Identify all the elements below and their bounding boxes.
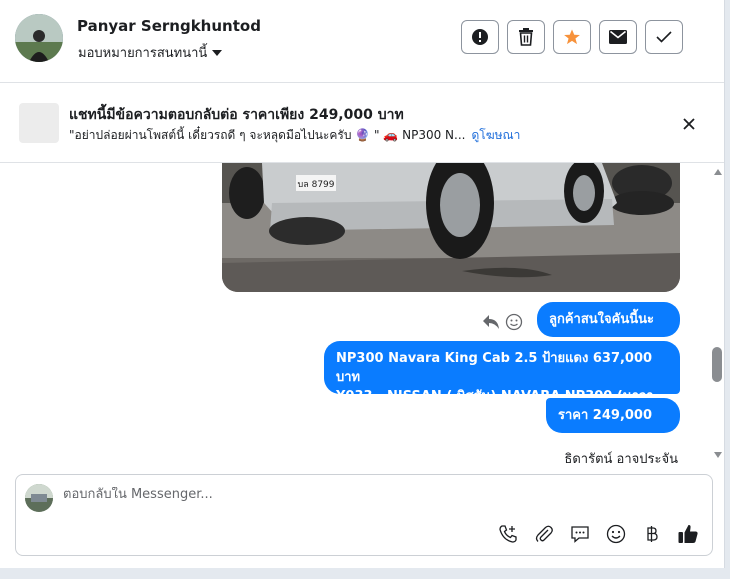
call-icon <box>499 525 517 543</box>
mark-done-button[interactable] <box>645 20 683 54</box>
emoji-button[interactable] <box>604 522 628 546</box>
ad-title: แชทนี้มีข้อความตอบกลับต่อ ราคาเพียง 249,… <box>69 107 404 123</box>
page-avatar <box>25 484 53 512</box>
call-button[interactable] <box>496 522 520 546</box>
delete-button[interactable] <box>507 20 545 54</box>
payment-icon <box>647 526 658 542</box>
reply-composer <box>15 474 713 556</box>
scroll-down-icon[interactable] <box>714 452 722 458</box>
like-icon <box>678 524 698 543</box>
attach-button[interactable] <box>532 522 556 546</box>
assign-label: มอบหมายการสนทนานี้ <box>78 46 208 61</box>
caret-down-icon <box>212 49 223 56</box>
mail-icon <box>609 30 627 44</box>
scroll-up-icon[interactable] <box>714 169 722 175</box>
message-bubble[interactable]: ลูกค้าสนใจคันนี้นะคะ <box>537 302 680 362</box>
saved-reply-icon <box>571 526 589 543</box>
report-button[interactable] <box>461 20 499 54</box>
saved-reply-button[interactable] <box>568 522 592 546</box>
reply-icon[interactable] <box>482 314 500 330</box>
ad-subtitle: "อย่าปล่อยผ่านโพสต์นี้ เดี๋ยวรถดี ๆ จะหล… <box>69 126 520 145</box>
scrollbar[interactable] <box>711 163 724 463</box>
star-icon <box>564 29 580 45</box>
scrollbar-thumb[interactable] <box>712 347 722 382</box>
car-photo[interactable]: บล 8799 <box>222 163 680 292</box>
close-banner-button[interactable] <box>679 114 699 134</box>
message-actions <box>482 313 523 331</box>
license-plate: บล 8799 <box>298 180 335 190</box>
trash-icon <box>519 28 533 46</box>
message-thread: บล 8799 ลูกค้าสนใจคันนี้นะคะ NP300 Navar… <box>0 163 710 468</box>
mark-unread-button[interactable] <box>599 20 637 54</box>
contact-name[interactable]: Panyar Serngkhuntod <box>77 17 261 35</box>
message-bubble[interactable]: NP300 Navara King Cab 2.5 ป้ายแดง 637,00… <box>324 341 680 423</box>
close-icon <box>683 118 695 130</box>
conversation-header: Panyar Serngkhuntod มอบหมายการสนทนานี้ <box>0 0 724 83</box>
report-icon <box>472 29 488 45</box>
message-text: NP300 Navara King Cab 2.5 ป้ายแดง 637,00… <box>336 351 653 385</box>
view-ad-link[interactable]: ดูโฆษณา <box>471 128 520 142</box>
payment-button[interactable] <box>640 522 664 546</box>
check-icon <box>656 31 672 43</box>
sender-name: ธิดารัตน์ อาจประจัน <box>564 452 678 467</box>
assign-conversation-dropdown[interactable]: มอบหมายการสนทนานี้ <box>78 42 223 63</box>
avatar[interactable] <box>15 14 63 62</box>
emoji-icon <box>606 524 626 544</box>
attach-icon <box>535 525 553 542</box>
header-actions <box>461 20 683 54</box>
ad-thumbnail <box>19 103 59 143</box>
like-button[interactable] <box>676 522 700 546</box>
message-bubble[interactable]: ราคา 249,000 บาท <box>546 398 680 458</box>
emoji-reaction-icon[interactable] <box>505 313 523 331</box>
composer-toolbar <box>496 522 700 546</box>
conversation-panel: Panyar Serngkhuntod มอบหมายการสนทนานี้ แ <box>0 0 725 568</box>
ad-description: "อย่าปล่อยผ่านโพสต์นี้ เดี๋ยวรถดี ๆ จะหล… <box>69 128 466 142</box>
star-button[interactable] <box>553 20 591 54</box>
reply-input[interactable] <box>63 487 503 502</box>
